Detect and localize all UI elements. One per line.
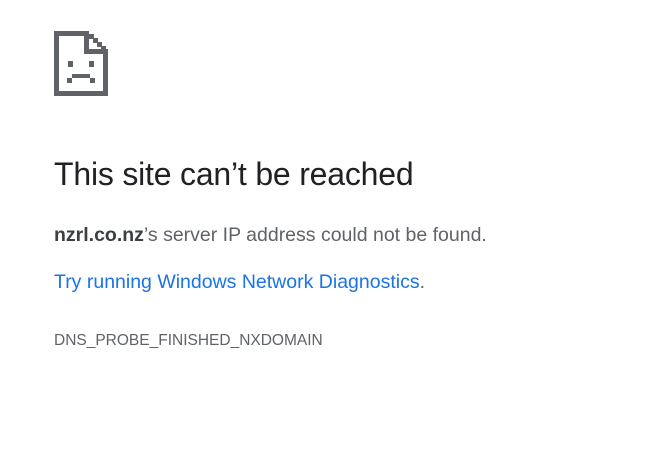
sad-page-icon [54,31,108,96]
suggestion: Try running Windows Network Diagnostics. [54,269,425,295]
error-description: nzrl.co.nz’s server IP address could not… [54,222,487,248]
error-page: This site can’t be reached nzrl.co.nz’s … [0,0,663,459]
page-title: This site can’t be reached [54,156,414,192]
error-code: DNS_PROBE_FINISHED_NXDOMAIN [54,332,323,349]
diagnostics-link[interactable]: Try running Windows Network Diagnostics [54,271,420,293]
error-description-text: ’s server IP address could not be found. [143,224,487,246]
suggestion-period: . [419,271,425,293]
host-name: nzrl.co.nz [54,224,144,246]
